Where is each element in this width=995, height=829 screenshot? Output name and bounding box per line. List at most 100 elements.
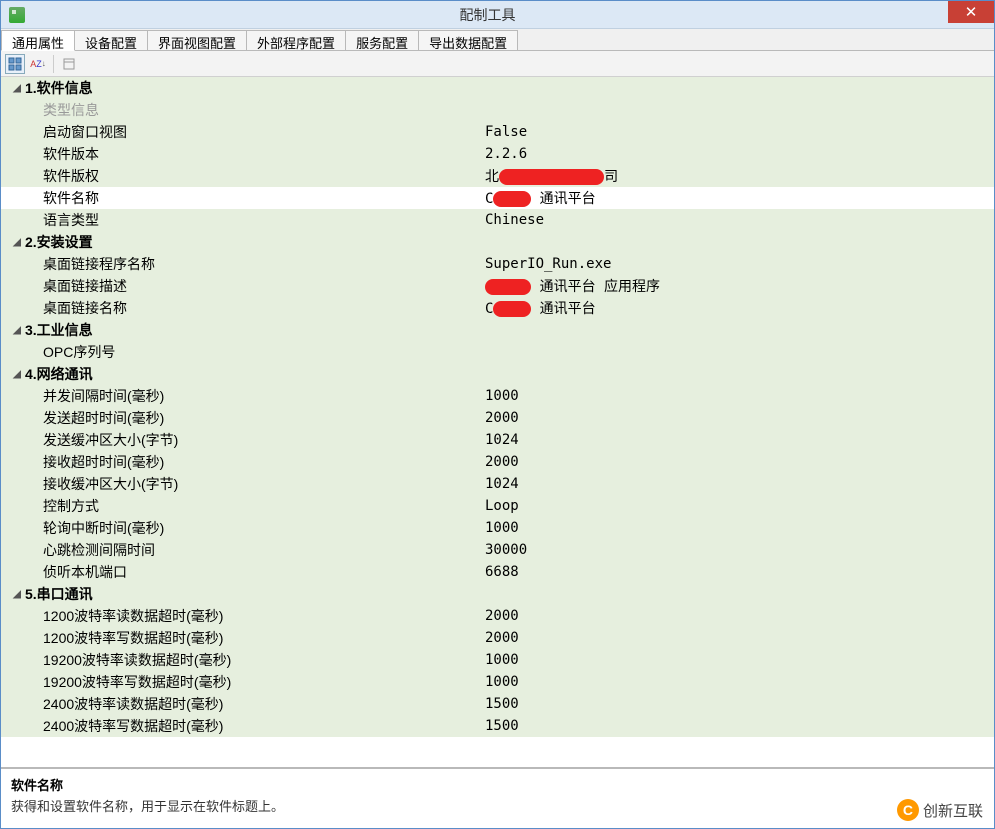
collapse-icon[interactable]: ◢ — [11, 83, 23, 94]
property-pages-button[interactable] — [59, 54, 79, 74]
property-value[interactable]: 2000 — [481, 608, 994, 624]
category-row[interactable]: ◢ 5.串口通讯 — [1, 583, 994, 605]
redaction-mark: XXXXXXXXXXXX — [499, 169, 604, 185]
tab-5[interactable]: 导出数据配置 — [418, 30, 518, 50]
category-row[interactable]: ◢ 1.软件信息 — [1, 77, 994, 99]
property-row[interactable]: OPC序列号 — [1, 341, 994, 363]
tab-0[interactable]: 通用属性 — [1, 30, 75, 51]
property-value[interactable]: 1500 — [481, 718, 994, 734]
property-label: 1200波特率写数据超时(毫秒) — [43, 628, 223, 648]
property-value[interactable]: CXXXX 通讯平台 — [481, 298, 994, 318]
property-label: 2400波特率读数据超时(毫秒) — [43, 694, 223, 714]
property-value[interactable]: 1024 — [481, 476, 994, 492]
property-label: 桌面链接描述 — [43, 276, 127, 296]
property-row[interactable]: 2400波特率读数据超时(毫秒) 1500 — [1, 693, 994, 715]
property-value[interactable]: Chinese — [481, 212, 994, 228]
property-value[interactable]: 30000 — [481, 542, 994, 558]
property-row[interactable]: 软件版本2.2.6 — [1, 143, 994, 165]
property-value[interactable]: Loop — [481, 498, 994, 514]
property-grid-body[interactable]: ◢ 1.软件信息类型信息启动窗口视图 False 软件版本2.2.6软件版权 北XXX… — [1, 77, 994, 767]
category-row[interactable]: ◢ 3.工业信息 — [1, 319, 994, 341]
property-row[interactable]: 发送缓冲区大小(字节)1024 — [1, 429, 994, 451]
categorized-view-button[interactable] — [5, 54, 25, 74]
collapse-icon[interactable]: ◢ — [11, 369, 23, 380]
property-row[interactable]: 类型信息 — [1, 99, 994, 121]
property-row[interactable]: 启动窗口视图 False — [1, 121, 994, 143]
property-row[interactable]: 19200波特率写数据超时(毫秒) 1000 — [1, 671, 994, 693]
category-title: 5.串口通讯 — [25, 584, 93, 604]
property-label: 侦听本机端口 — [43, 562, 127, 582]
property-label: 19200波特率写数据超时(毫秒) — [43, 672, 231, 692]
property-label: 语言类型 — [43, 210, 99, 230]
property-label: 控制方式 — [43, 496, 99, 516]
property-label: 桌面链接名称 — [43, 298, 127, 318]
property-value[interactable]: 6688 — [481, 564, 994, 580]
collapse-icon[interactable]: ◢ — [11, 325, 23, 336]
property-value[interactable]: 北XXXXXXXXXXXX司 — [481, 166, 994, 186]
property-value[interactable]: 1000 — [481, 520, 994, 536]
property-row[interactable]: 软件版权 北XXXXXXXXXXXX司 — [1, 165, 994, 187]
property-row[interactable]: 控制方式 Loop — [1, 495, 994, 517]
property-row[interactable]: 接收缓冲区大小(字节) 1024 — [1, 473, 994, 495]
property-label: 19200波特率读数据超时(毫秒) — [43, 650, 231, 670]
tab-strip: 通用属性设备配置界面视图配置外部程序配置服务配置导出数据配置 — [1, 29, 994, 51]
property-row[interactable]: 1200波特率写数据超时(毫秒) 2000 — [1, 627, 994, 649]
property-value[interactable]: 2.2.6 — [481, 146, 994, 162]
description-title: 软件名称 — [11, 775, 984, 794]
property-label: 2400波特率写数据超时(毫秒) — [43, 716, 223, 736]
description-text: 获得和设置软件名称，用于显示在软件标题上。 — [11, 796, 984, 815]
property-value[interactable]: 1500 — [481, 696, 994, 712]
property-value[interactable]: CXXXX 通讯平台 — [481, 188, 994, 208]
property-row[interactable]: 发送超时时间(毫秒)2000 — [1, 407, 994, 429]
tab-4[interactable]: 服务配置 — [345, 30, 419, 50]
property-row[interactable]: 心跳检测间隔时间 30000 — [1, 539, 994, 561]
redaction-mark: XXXXX — [485, 279, 531, 295]
property-row[interactable]: 软件名称CXXXX 通讯平台 — [1, 187, 994, 209]
property-value[interactable]: 1000 — [481, 674, 994, 690]
property-row[interactable]: 侦听本机端口 6688 — [1, 561, 994, 583]
property-row[interactable]: 19200波特率读数据超时(毫秒) 1000 — [1, 649, 994, 671]
property-row[interactable]: 轮询中断时间(毫秒)1000 — [1, 517, 994, 539]
category-title: 4.网络通讯 — [25, 364, 93, 384]
logo-text: 创新互联 — [923, 800, 983, 821]
property-row[interactable]: 桌面链接程序名称SuperIO_Run.exe — [1, 253, 994, 275]
property-value[interactable]: XXXXX 通讯平台 应用程序 — [481, 276, 994, 296]
property-value[interactable]: 2000 — [481, 630, 994, 646]
property-value[interactable]: 1000 — [481, 388, 994, 404]
property-row[interactable]: 接收超时时间(毫秒) 2000 — [1, 451, 994, 473]
category-row[interactable]: ◢ 2.安装设置 — [1, 231, 994, 253]
tab-1[interactable]: 设备配置 — [74, 30, 148, 50]
property-value[interactable]: 1000 — [481, 652, 994, 668]
property-row[interactable]: 语言类型 Chinese — [1, 209, 994, 231]
property-value[interactable]: 2000 — [481, 454, 994, 470]
property-row[interactable]: 桌面链接描述 XXXXX 通讯平台 应用程序 — [1, 275, 994, 297]
property-value[interactable]: SuperIO_Run.exe — [481, 256, 994, 272]
property-label: 接收超时时间(毫秒) — [43, 452, 164, 472]
property-label: 1200波特率读数据超时(毫秒) — [43, 606, 223, 626]
property-row[interactable]: 桌面链接名称 CXXXX 通讯平台 — [1, 297, 994, 319]
collapse-icon[interactable]: ◢ — [11, 589, 23, 600]
property-value[interactable]: 1024 — [481, 432, 994, 448]
property-row[interactable]: 1200波特率读数据超时(毫秒) 2000 — [1, 605, 994, 627]
watermark-logo: C 创新互联 — [891, 797, 989, 823]
tab-3[interactable]: 外部程序配置 — [246, 30, 346, 50]
property-value[interactable]: False — [481, 124, 994, 140]
property-label: OPC序列号 — [43, 342, 115, 362]
app-icon — [9, 7, 25, 23]
category-title: 1.软件信息 — [25, 78, 93, 98]
close-button[interactable]: ✕ — [948, 1, 994, 23]
property-label: 软件版权 — [43, 166, 99, 186]
category-title: 3.工业信息 — [25, 320, 93, 340]
category-row[interactable]: ◢ 4.网络通讯 — [1, 363, 994, 385]
description-panel: 软件名称 获得和设置软件名称，用于显示在软件标题上。 — [1, 768, 994, 828]
alphabetical-view-button[interactable]: AZ↓ — [28, 54, 48, 74]
property-row[interactable]: 并发间隔时间(毫秒)1000 — [1, 385, 994, 407]
property-value[interactable]: 2000 — [481, 410, 994, 426]
titlebar[interactable]: 配制工具 ✕ — [1, 1, 994, 29]
property-label: 心跳检测间隔时间 — [43, 540, 155, 560]
property-label: 启动窗口视图 — [43, 122, 127, 142]
property-row[interactable]: 2400波特率写数据超时(毫秒) 1500 — [1, 715, 994, 737]
collapse-icon[interactable]: ◢ — [11, 237, 23, 248]
tab-2[interactable]: 界面视图配置 — [147, 30, 247, 50]
property-label: 接收缓冲区大小(字节) — [43, 474, 178, 494]
